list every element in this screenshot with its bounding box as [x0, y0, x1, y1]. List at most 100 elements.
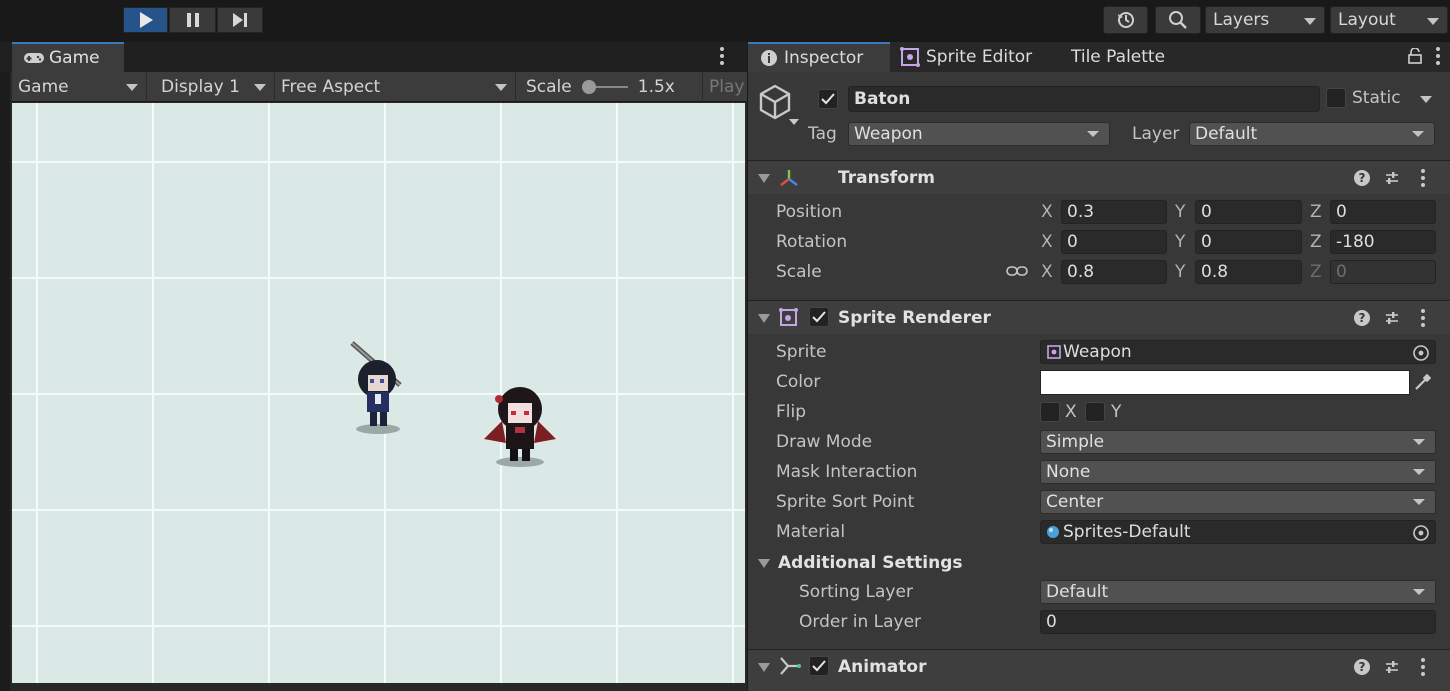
display-dropdown[interactable]: Display 1: [147, 72, 275, 102]
static-checkbox[interactable]: [1326, 88, 1346, 108]
position-y-label: Y: [1175, 202, 1186, 222]
sorting-layer-label: Sorting Layer: [799, 582, 913, 602]
rotation-z-label: Z: [1310, 232, 1322, 252]
scale-y-input[interactable]: 0.8: [1195, 260, 1302, 284]
object-name-value: Baton: [854, 89, 911, 109]
position-y-input[interactable]: 0: [1195, 200, 1302, 224]
presets-icon[interactable]: [1384, 310, 1400, 326]
game-viewport[interactable]: [12, 103, 745, 683]
link-icon[interactable]: [1006, 264, 1028, 278]
gameobject-icon[interactable]: [757, 82, 801, 128]
scale-z-value: 0: [1336, 262, 1347, 282]
component-menu-icon[interactable]: [1421, 309, 1425, 327]
step-button[interactable]: [217, 7, 263, 33]
presets-icon[interactable]: [1384, 659, 1400, 675]
step-icon: [233, 13, 247, 27]
sort-point-label: Sprite Sort Point: [776, 492, 915, 512]
layers-dropdown[interactable]: Layers: [1205, 6, 1325, 34]
sprite-field[interactable]: Weapon: [1040, 340, 1436, 364]
help-icon[interactable]: ?: [1354, 659, 1370, 675]
component-menu-icon[interactable]: [1421, 658, 1425, 676]
layer-dropdown[interactable]: Default: [1189, 122, 1435, 146]
search-button[interactable]: [1155, 6, 1201, 34]
animator-header[interactable]: Animator ?: [748, 649, 1450, 691]
transform-icon: [780, 170, 798, 186]
object-picker-icon[interactable]: [1412, 344, 1430, 362]
info-icon: [761, 50, 777, 66]
aspect-dropdown[interactable]: Free Aspect: [275, 72, 516, 102]
chevron-down-icon: [1413, 439, 1425, 445]
scale-row-label: Scale: [776, 262, 822, 282]
rotation-z-value: -180: [1336, 232, 1375, 252]
sprite-renderer-enabled-checkbox[interactable]: [809, 307, 829, 327]
play-button[interactable]: [123, 7, 168, 33]
object-name-input[interactable]: Baton: [848, 86, 1320, 112]
scale-x-value: 0.8: [1067, 262, 1095, 282]
component-menu-icon[interactable]: [1421, 169, 1425, 187]
foldout-icon: [758, 663, 770, 672]
tab-tile-palette[interactable]: Tile Palette: [1071, 42, 1191, 72]
help-icon[interactable]: ?: [1354, 310, 1370, 326]
sprite-renderer-title: Sprite Renderer: [838, 308, 991, 328]
tab-sprite-editor[interactable]: Sprite Editor: [900, 42, 1060, 72]
rotation-z-input[interactable]: -180: [1330, 230, 1436, 254]
help-icon[interactable]: ?: [1354, 170, 1370, 186]
sort-point-dropdown[interactable]: Center: [1040, 490, 1436, 514]
tag-dropdown[interactable]: Weapon: [848, 122, 1110, 146]
flip-y-checkbox[interactable]: [1085, 402, 1105, 422]
presets-icon[interactable]: [1384, 170, 1400, 186]
transform-header[interactable]: Transform ?: [748, 160, 1450, 194]
chevron-down-icon: [1412, 131, 1424, 137]
position-x-input[interactable]: 0.3: [1061, 200, 1167, 224]
sorting-layer-dropdown[interactable]: Default: [1040, 580, 1436, 604]
rotation-y-label: Y: [1175, 232, 1186, 252]
gamepad-icon: [24, 53, 44, 63]
animator-enabled-checkbox[interactable]: [809, 656, 829, 676]
additional-settings-foldout-icon[interactable]: [758, 559, 770, 568]
tab-inspector[interactable]: Inspector: [748, 42, 890, 72]
active-checkbox[interactable]: [818, 89, 838, 109]
rotation-label: Rotation: [776, 232, 848, 252]
flip-y-label: Y: [1111, 402, 1122, 422]
scale-control: Scale 1.5x: [516, 72, 703, 102]
material-field[interactable]: Sprites-Default: [1040, 520, 1436, 544]
rotation-y-value: 0: [1201, 232, 1212, 252]
play-focused-label: Play: [709, 77, 745, 97]
tab-game[interactable]: Game: [12, 42, 124, 72]
static-dropdown-icon[interactable]: [1420, 96, 1432, 103]
tab-game-label: Game: [49, 48, 100, 68]
game-mode-label: Game: [18, 77, 69, 97]
order-in-layer-input[interactable]: 0: [1040, 610, 1436, 634]
color-swatch[interactable]: [1040, 370, 1410, 395]
sprite-icon: [1047, 345, 1061, 359]
rotation-x-input[interactable]: 0: [1061, 230, 1167, 254]
draw-mode-dropdown[interactable]: Simple: [1040, 430, 1436, 454]
eyedropper-icon[interactable]: [1413, 372, 1433, 392]
scale-slider[interactable]: [581, 80, 628, 94]
tag-label: Tag: [808, 124, 837, 144]
additional-settings-label[interactable]: Additional Settings: [778, 553, 963, 573]
history-button[interactable]: [1103, 6, 1148, 34]
pause-button[interactable]: [169, 7, 216, 33]
object-picker-icon[interactable]: [1412, 524, 1430, 542]
scale-x-input[interactable]: 0.8: [1061, 260, 1167, 284]
foldout-icon: [758, 314, 770, 323]
color-label: Color: [776, 372, 821, 392]
scale-z-input: 0: [1330, 260, 1436, 284]
position-z-input[interactable]: 0: [1330, 200, 1436, 224]
chevron-down-icon: [126, 84, 138, 91]
sprite-renderer-header[interactable]: Sprite Renderer ?: [748, 300, 1450, 334]
layout-dropdown[interactable]: Layout: [1330, 6, 1448, 34]
rotation-y-input[interactable]: 0: [1195, 230, 1302, 254]
game-more-icon[interactable]: [720, 47, 724, 65]
position-z-label: Z: [1310, 202, 1322, 222]
position-x-label: X: [1041, 202, 1053, 222]
mask-interaction-dropdown[interactable]: None: [1040, 460, 1436, 484]
lock-icon[interactable]: [1408, 48, 1422, 64]
play-focused-dropdown[interactable]: Play: [703, 72, 747, 102]
flip-x-checkbox[interactable]: [1040, 402, 1060, 422]
scale-label: Scale: [526, 77, 572, 97]
inspector-more-icon[interactable]: [1436, 47, 1440, 65]
chevron-down-icon: [1413, 589, 1425, 595]
game-mode-dropdown[interactable]: Game: [12, 72, 147, 102]
